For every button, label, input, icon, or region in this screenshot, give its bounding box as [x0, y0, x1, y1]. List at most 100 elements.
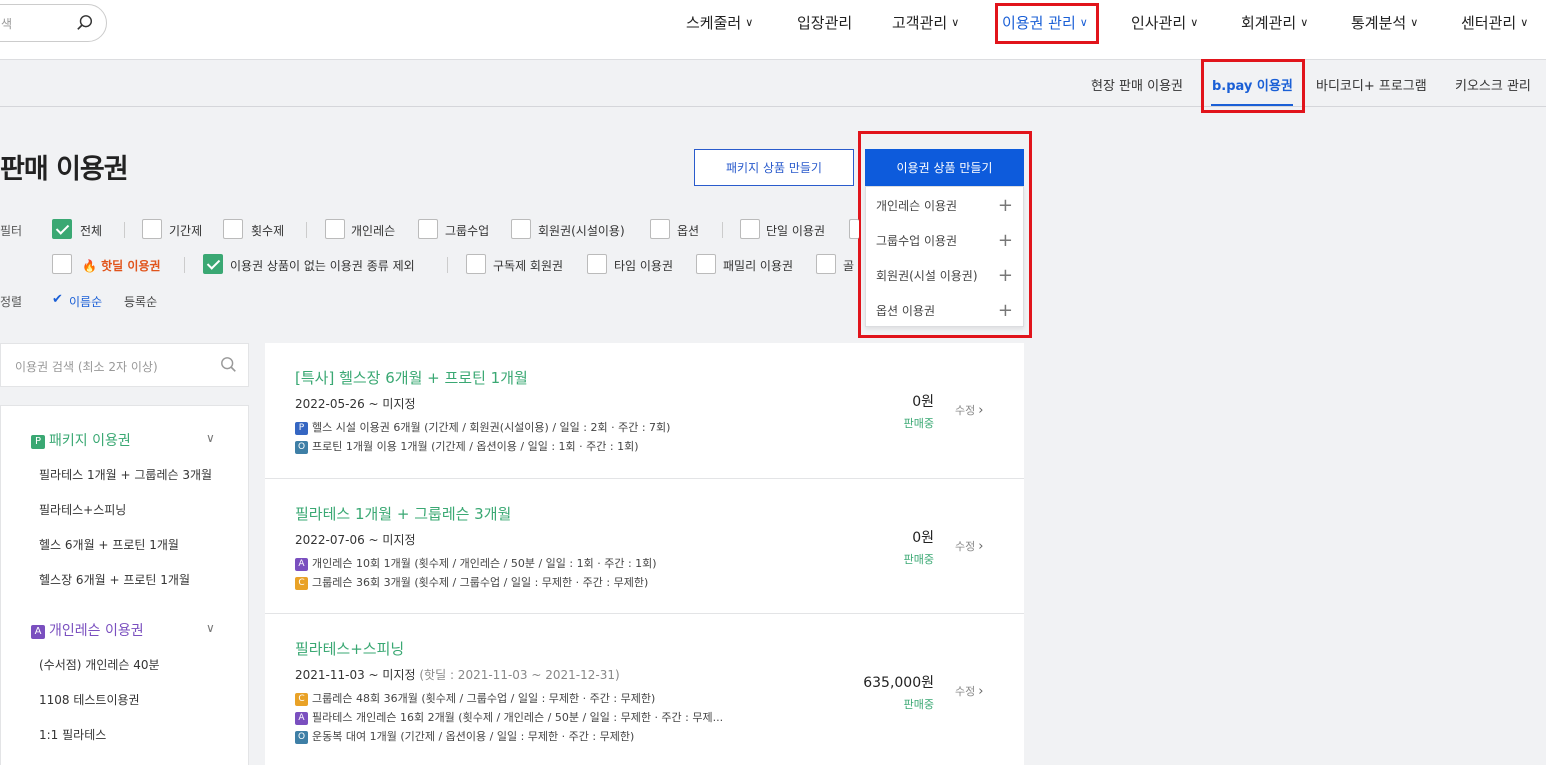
card-price: 0원: [912, 394, 934, 410]
card-title[interactable]: [특사] 헬스장 6개월 + 프로틴 1개월: [295, 367, 528, 388]
filter-time-checkbox[interactable]: [587, 254, 607, 274]
pass-search-input[interactable]: 이용권 검색 (최소 2자 이상): [0, 343, 249, 387]
search-icon[interactable]: [76, 14, 94, 32]
card-title[interactable]: 필라테스 1개월 + 그룹레슨 3개월: [295, 503, 511, 524]
highlight-box-subnav: [1201, 59, 1305, 113]
filter-family-checkbox[interactable]: [696, 254, 716, 274]
highlight-box-create: [858, 131, 1032, 338]
page-title: 판매 이용권: [0, 154, 129, 185]
group-private-lesson[interactable]: A 개인레슨 이용권: [31, 620, 144, 640]
chevron-right-icon: ›: [978, 403, 984, 418]
card-status: 판매중: [903, 698, 934, 711]
tab-onsite-pass[interactable]: 현장 판매 이용권: [1091, 75, 1183, 94]
search-icon[interactable]: [220, 356, 238, 374]
nav-center[interactable]: 센터관리 ∨: [1461, 12, 1528, 34]
package-badge-icon: P: [31, 435, 45, 449]
divider: [722, 222, 723, 238]
filter-golf-label: 골: [843, 259, 855, 273]
pass-card[interactable]: 필라테스+스피닝 2021-11-03 ~ 미지정 (핫딜 : 2021-11-…: [265, 614, 1024, 765]
edit-button[interactable]: 수정 ›: [955, 402, 983, 418]
card-title[interactable]: 필라테스+스피닝: [295, 638, 404, 659]
card-price: 635,000원: [863, 675, 934, 691]
pass-card[interactable]: 필라테스 1개월 + 그룹레슨 3개월 2022-07-06 ~ 미지정 A 개인…: [265, 479, 1024, 614]
filter-period-label: 기간제: [169, 224, 203, 238]
list-item[interactable]: (수서점) 개인레슨 40분: [39, 656, 160, 673]
chevron-down-icon[interactable]: ∨: [206, 431, 215, 445]
global-search-input[interactable]: 색: [0, 4, 107, 42]
create-package-button[interactable]: 패키지 상품 만들기: [694, 149, 854, 186]
divider: [124, 222, 125, 238]
card-line: A 필라테스 개인레슨 16회 2개월 (횟수제 / 개인레슨 / 50분 / 일…: [295, 709, 723, 725]
filter-time-label: 타임 이용권: [614, 259, 674, 273]
tab-bodycodi-program[interactable]: 바디코디+ 프로그램: [1316, 75, 1427, 94]
filter-period-checkbox[interactable]: [142, 219, 162, 239]
filter-exclude-empty-label: 이용권 상품이 없는 이용권 종류 제외: [230, 259, 415, 273]
sort-by-date[interactable]: 등록순: [124, 293, 157, 310]
highlight-box-nav: [995, 3, 1099, 44]
nav-hr[interactable]: 인사관리 ∨: [1131, 12, 1198, 34]
nav-accounting[interactable]: 회계관리 ∨: [1241, 12, 1308, 34]
chevron-down-icon: ∨: [745, 16, 754, 29]
list-item[interactable]: 1:1 필라테스: [39, 726, 106, 743]
card-line: P 헬스 시설 이용권 6개월 (기간제 / 회원권(시설이용) / 일일 : 2…: [295, 419, 670, 435]
option-badge-icon: O: [295, 441, 308, 454]
filter-private-label: 개인레슨: [351, 224, 396, 238]
group-class-badge-icon: C: [295, 577, 308, 590]
nav-customers[interactable]: 고객관리 ∨: [892, 12, 959, 34]
sort-by-name[interactable]: 이름순: [69, 293, 102, 310]
private-lesson-badge-icon: A: [295, 558, 308, 571]
fire-icon: 🔥: [82, 259, 97, 273]
chevron-right-icon: ›: [978, 539, 984, 554]
filter-facility-checkbox[interactable]: [511, 219, 531, 239]
list-item[interactable]: 헬스장 6개월 + 프로틴 1개월: [39, 571, 190, 588]
sort-label: 정렬: [0, 295, 23, 309]
filter-hotdeal-label: 🔥 핫딜 이용권: [82, 259, 161, 273]
check-icon: ✔: [52, 292, 63, 307]
nav-entry[interactable]: 입장관리: [797, 12, 852, 34]
tab-kiosk[interactable]: 키오스크 관리: [1455, 75, 1531, 94]
chevron-down-icon: ∨: [1410, 16, 1419, 29]
filter-hotdeal-checkbox[interactable]: [52, 254, 72, 274]
filter-group-label: 그룹수업: [445, 224, 490, 238]
filter-all-checkbox[interactable]: [52, 219, 72, 239]
list-item[interactable]: 헬스 6개월 + 프로틴 1개월: [39, 536, 179, 553]
pass-card[interactable]: [특사] 헬스장 6개월 + 프로틴 1개월 2022-05-26 ~ 미지정 …: [265, 343, 1024, 479]
filter-option-checkbox[interactable]: [650, 219, 670, 239]
card-status: 판매중: [903, 417, 934, 430]
filter-count-checkbox[interactable]: [223, 219, 243, 239]
list-item[interactable]: 필라테스+스피닝: [39, 501, 126, 518]
nav-statistics[interactable]: 통계분석 ∨: [1351, 12, 1418, 34]
filter-label: 필터: [0, 224, 23, 238]
list-item[interactable]: 필라테스 1개월 + 그룹레슨 3개월: [39, 466, 212, 483]
pass-list: P 패키지 이용권 ∨ 필라테스 1개월 + 그룹레슨 3개월 필라테스+스피닝 …: [0, 405, 249, 765]
chevron-down-icon: ∨: [1300, 16, 1309, 29]
filter-golf-checkbox[interactable]: [816, 254, 836, 274]
filter-hidden-checkbox[interactable]: [849, 219, 859, 239]
sub-nav: 현장 판매 이용권 b.pay 이용권 바디코디+ 프로그램 키오스크 관리: [0, 61, 1546, 107]
edit-button[interactable]: 수정 ›: [955, 683, 983, 699]
divider: [184, 257, 185, 273]
filter-single-checkbox[interactable]: [740, 219, 760, 239]
package-badge-icon: P: [295, 422, 308, 435]
card-line: C 그룹레슨 48회 36개월 (횟수제 / 그룹수업 / 일일 : 무제한 · …: [295, 690, 655, 706]
filter-group-checkbox[interactable]: [418, 219, 438, 239]
filter-exclude-empty-checkbox[interactable]: [203, 254, 223, 274]
filter-single-label: 단일 이용권: [766, 224, 826, 238]
nav-scheduler[interactable]: 스케줄러 ∨: [686, 12, 753, 34]
card-line: O 프로틴 1개월 이용 1개월 (기간제 / 옵션이용 / 일일 : 1회 · …: [295, 438, 639, 454]
divider: [306, 222, 307, 238]
chevron-down-icon[interactable]: ∨: [206, 621, 215, 635]
group-package[interactable]: P 패키지 이용권: [31, 430, 131, 450]
card-line: O 운동복 대여 1개월 (기간제 / 옵션이용 / 일일 : 무제한 · 주간 …: [295, 728, 634, 744]
filter-subscription-checkbox[interactable]: [466, 254, 486, 274]
edit-button[interactable]: 수정 ›: [955, 538, 983, 554]
top-nav: 색 스케줄러 ∨ 입장관리 고객관리 ∨ 이용권 관리 ∨ 인사관리 ∨ 회계관리 ∨ 통…: [0, 0, 1546, 60]
pass-search-placeholder: 이용권 검색 (최소 2자 이상): [15, 360, 158, 374]
filter-family-label: 패밀리 이용권: [723, 259, 794, 273]
filter-option-label: 옵션: [677, 224, 700, 238]
filter-private-checkbox[interactable]: [325, 219, 345, 239]
filter-facility-label: 회원권(시설이용): [538, 224, 625, 238]
private-lesson-badge-icon: A: [31, 625, 45, 639]
list-item[interactable]: 1108 테스트이용권: [39, 691, 140, 708]
chevron-right-icon: ›: [978, 684, 984, 699]
